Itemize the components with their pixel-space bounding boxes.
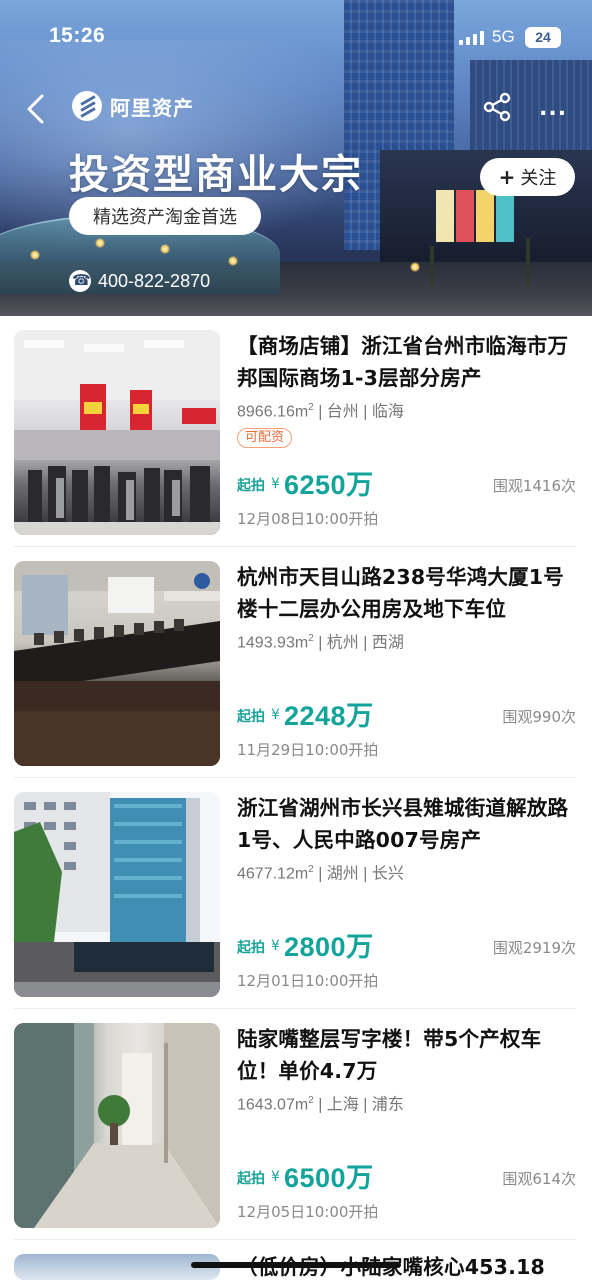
listing-image[interactable]	[14, 561, 220, 766]
listing-card[interactable]: （低价房）小陆家嘴核心453.18	[0, 1240, 592, 1280]
back-icon[interactable]	[24, 94, 48, 124]
price-prefix: 起拍	[237, 478, 265, 494]
listing-meta: 4677.12m2 | 湖州 | 长兴	[237, 864, 404, 883]
listing-card[interactable]: 【商场店铺】浙江省台州市临海市万邦国际商场1-3层部分房产 8966.16m2 …	[0, 316, 592, 547]
follow-button[interactable]: + 关注	[480, 158, 575, 196]
auction-date: 11月29日10:00开拍	[237, 741, 379, 759]
banner-palm	[430, 246, 434, 286]
starting-price: 2248万	[284, 701, 374, 731]
price-prefix: 起拍	[237, 1171, 265, 1187]
listing-image[interactable]	[14, 330, 220, 535]
network-type: 5G	[492, 27, 515, 46]
banner-lamp	[228, 256, 238, 266]
price-prefix: 起拍	[237, 709, 265, 725]
auction-date: 12月01日10:00开拍	[237, 972, 379, 990]
starting-price: 6500万	[284, 1163, 374, 1193]
listing-title[interactable]: 【商场店铺】浙江省台州市临海市万邦国际商场1-3层部分房产	[237, 330, 577, 394]
brand: 阿里资产	[72, 90, 194, 122]
more-icon[interactable]: ...	[539, 96, 569, 121]
status-time: 15:26	[49, 24, 106, 47]
auction-date: 12月05日10:00开拍	[237, 1203, 379, 1221]
listing-city: 湖州	[326, 865, 359, 883]
listing-area: 8966.16m	[237, 403, 309, 421]
brand-name: 阿里资产	[110, 95, 194, 120]
listing-info: 浙江省湖州市长兴县雉城街道解放路1号、人民中路007号房产 4677.12m2 …	[237, 792, 577, 1002]
phone-icon	[69, 270, 91, 292]
hotline[interactable]: 400-822-2870	[69, 270, 210, 292]
listing-meta: 8966.16m2 | 台州 | 临海	[237, 402, 404, 421]
currency-symbol: ¥	[271, 476, 280, 492]
listing-title[interactable]: 杭州市天目山路238号华鸿大厦1号楼十二层办公用房及地下车位	[237, 561, 577, 625]
listing-info: 杭州市天目山路238号华鸿大厦1号楼十二层办公用房及地下车位 1493.93m2…	[237, 561, 577, 771]
banner-lamp	[410, 262, 420, 272]
banner-lamp	[160, 244, 170, 254]
listing-district: 长兴	[371, 865, 404, 883]
price-row: 起拍 ¥ 6500万 围观614次	[237, 1156, 577, 1193]
listing-meta: 1493.93m2 | 杭州 | 西湖	[237, 633, 404, 652]
page-title: 投资型商业大宗	[69, 152, 363, 198]
starting-price: 6250万	[284, 470, 374, 500]
banner-mall-sign	[496, 190, 514, 242]
hotline-number: 400-822-2870	[98, 270, 211, 291]
listing-city: 杭州	[326, 634, 359, 652]
share-icon[interactable]	[482, 92, 512, 122]
listing-title[interactable]: 陆家嘴整层写字楼！带5个产权车位！单价4.7万	[237, 1023, 577, 1087]
listing-district: 浦东	[371, 1096, 404, 1114]
listing-card[interactable]: 浙江省湖州市长兴县雉城街道解放路1号、人民中路007号房产 4677.12m2 …	[0, 778, 592, 1009]
banner-lamp	[30, 250, 40, 260]
listing-city: 台州	[326, 403, 359, 421]
banner-mall-sign	[456, 190, 474, 242]
listing-image[interactable]	[14, 792, 220, 997]
price-row: 起拍 ¥ 6250万 围观1416次	[237, 463, 577, 500]
banner-palm	[526, 238, 530, 286]
slogan-badge: 精选资产淘金首选	[69, 197, 261, 235]
listing-city: 上海	[326, 1096, 359, 1114]
listing-image[interactable]	[14, 1254, 220, 1280]
currency-symbol: ¥	[271, 707, 280, 723]
status-bar: 15:26 5G 24	[0, 0, 592, 74]
view-count: 围观614次	[502, 1170, 576, 1188]
banner-lamp	[95, 238, 105, 248]
listing-district: 临海	[371, 403, 404, 421]
listing-district: 西湖	[371, 634, 404, 652]
price-row: 起拍 ¥ 2800万 围观2919次	[237, 925, 577, 962]
battery-icon: 24	[525, 27, 561, 48]
listing-card[interactable]: 杭州市天目山路238号华鸿大厦1号楼十二层办公用房及地下车位 1493.93m2…	[0, 547, 592, 778]
listing-area: 1643.07m	[237, 1096, 309, 1114]
listing-image[interactable]	[14, 1023, 220, 1228]
view-count: 围观2919次	[492, 939, 576, 957]
banner-mall-sign	[476, 190, 494, 242]
home-indicator[interactable]	[191, 1262, 401, 1268]
listing-info: 陆家嘴整层写字楼！带5个产权车位！单价4.7万 1643.07m2 | 上海 |…	[237, 1023, 577, 1233]
price-prefix: 起拍	[237, 940, 265, 956]
listing-meta: 1643.07m2 | 上海 | 浦东	[237, 1095, 404, 1114]
view-count: 围观1416次	[492, 477, 576, 495]
listing-area: 4677.12m	[237, 865, 309, 883]
listing-info: 【商场店铺】浙江省台州市临海市万邦国际商场1-3层部分房产 8966.16m2 …	[237, 330, 577, 540]
currency-symbol: ¥	[271, 938, 280, 954]
brand-logo-icon	[72, 91, 102, 121]
plus-icon: +	[498, 165, 516, 189]
financing-tag: 可配资	[237, 428, 293, 448]
starting-price: 2800万	[284, 932, 374, 962]
auction-date: 12月08日10:00开拍	[237, 510, 379, 528]
listing-card[interactable]: 陆家嘴整层写字楼！带5个产权车位！单价4.7万 1643.07m2 | 上海 |…	[0, 1009, 592, 1240]
banner-mall-sign	[436, 190, 454, 242]
signal-icon	[459, 31, 486, 45]
currency-symbol: ¥	[271, 1169, 280, 1185]
listing-title[interactable]: 浙江省湖州市长兴县雉城街道解放路1号、人民中路007号房产	[237, 792, 577, 856]
header-banner: 15:26 5G 24 阿里资产 ... 投资型商业大宗 + 关注 精选资产淘金…	[0, 0, 592, 316]
follow-label: 关注	[520, 168, 557, 189]
price-row: 起拍 ¥ 2248万 围观990次	[237, 694, 577, 731]
view-count: 围观990次	[502, 708, 576, 726]
listing-area: 1493.93m	[237, 634, 309, 652]
